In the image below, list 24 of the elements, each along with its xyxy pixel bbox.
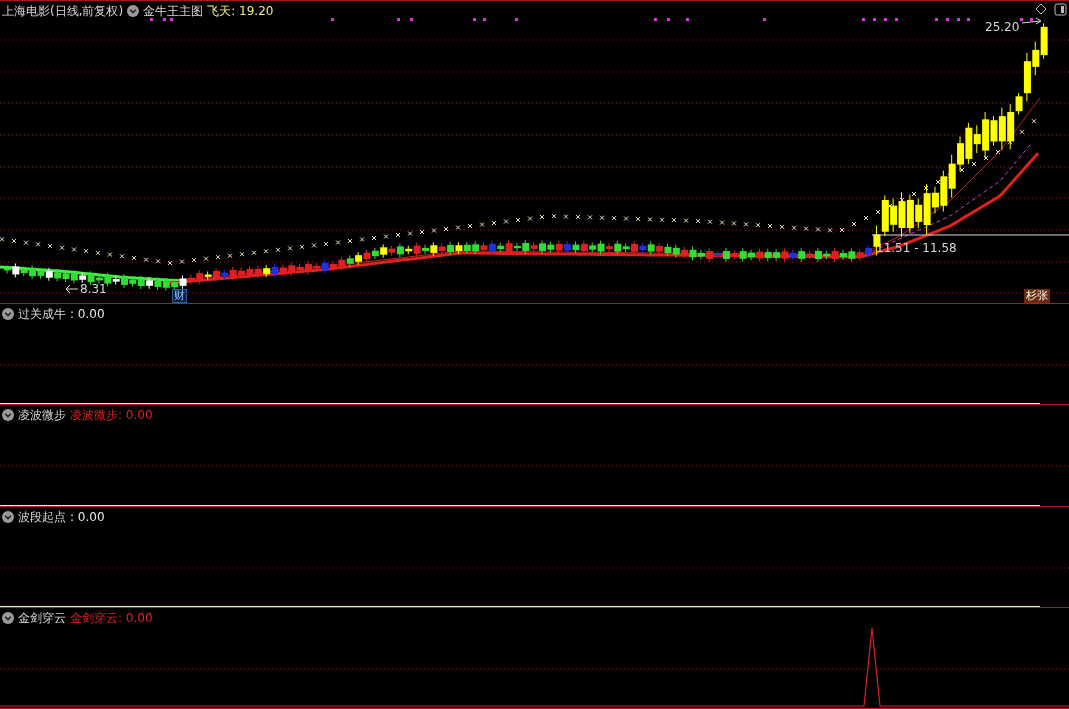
panel-title: 波段起点 [18, 508, 66, 525]
panel-reading: : 0.00 [70, 306, 105, 322]
high-price-label: 25.20 [985, 20, 1020, 34]
panel-reading: 凌波微步: 0.00 [70, 407, 153, 424]
collapse-chevron-icon[interactable] [2, 308, 14, 320]
panel-title: 过关成牛 [18, 306, 66, 322]
collapse-chevron-icon[interactable] [2, 409, 14, 422]
collapse-chevron-icon[interactable] [2, 510, 14, 523]
window-toggle-icon[interactable] [1054, 3, 1067, 16]
collapse-chevron-icon[interactable] [2, 611, 14, 624]
indicator-name: 金牛王主图 [143, 3, 204, 19]
leader-line [65, 284, 79, 294]
stock-title: 上海电影(日线,前复权) [2, 3, 124, 19]
panel-title: 凌波微步 [18, 407, 66, 424]
diamond-icon[interactable] [1035, 3, 1047, 15]
finance-badge[interactable]: 财 [172, 289, 187, 303]
low-price-label: 8.31 [80, 282, 107, 296]
event-tag[interactable]: 杉张 [1024, 289, 1050, 303]
panel-reading: 金剑穿云: 0.00 [70, 609, 153, 626]
panel-title: 金剑穿云 [18, 609, 66, 626]
indicator-reading: 飞天: 19.20 [207, 3, 274, 19]
leader-line [1021, 17, 1042, 25]
collapse-chevron-icon[interactable] [127, 5, 140, 17]
panel-reading: : 0.00 [70, 508, 105, 525]
